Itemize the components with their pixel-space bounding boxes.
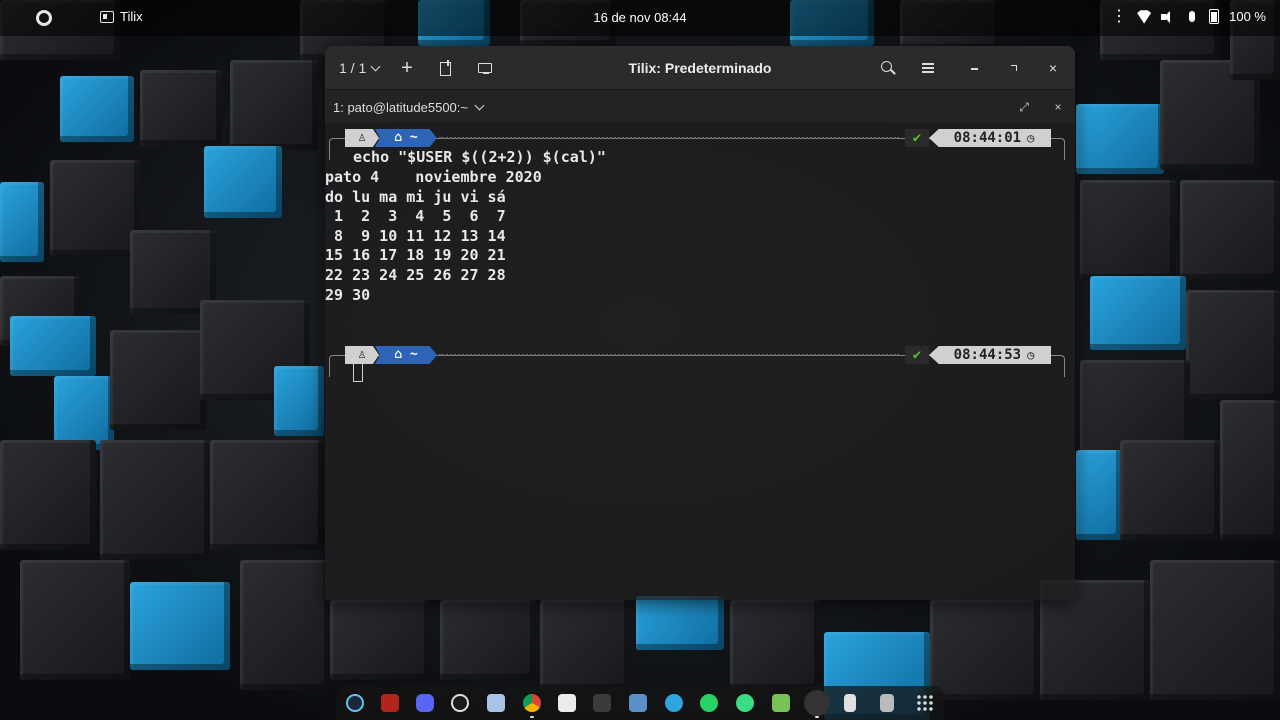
check-icon: ✔ [905,346,929,364]
output-line: 29 30 [325,285,371,304]
dota-icon[interactable] [381,694,399,712]
close-terminal-button[interactable]: × [1049,98,1067,116]
prompt-filler [439,137,899,141]
system-tray[interactable]: ⋮ 100 % [1111,8,1266,24]
files-icon[interactable] [487,694,505,712]
screenshot-icon[interactable] [629,694,647,712]
window-title: Tilix: Predeterminado [628,60,772,76]
microphone-icon [1189,11,1196,22]
battery-percent: 100 % [1229,9,1266,24]
terminal-area[interactable]: ♙ ⌂ ~ ✔ 08:44:01 ◷ echo "$USER $((2+2)) $… [325,126,1075,600]
running-indicator [815,716,819,718]
close-window-button[interactable]: × [1043,58,1063,78]
clock-icon: ◷ [1027,131,1035,145]
minimize-button[interactable] [965,58,985,78]
clock-label: 16 de nov 08:44 [593,10,687,25]
github-icon[interactable] [451,694,469,712]
menu-button[interactable] [918,58,938,78]
tilix-window: 1 / 1 Tilix: Predeterminado × 1: pato@la… [325,46,1075,600]
time-segment: 08:44:53 ◷ [929,346,1051,364]
terminal-title: 1: pato@latitude5500:~ [333,100,468,115]
steam-icon[interactable] [346,694,364,712]
output-line: do lu ma mi ju vi sá [325,187,506,206]
android-icon[interactable] [772,694,790,712]
linux-icon: ♙ [345,129,379,147]
wifi-icon [1137,10,1152,24]
chrome-icon[interactable] [523,694,541,712]
whatsapp-icon[interactable] [700,694,718,712]
terminal-title-menu[interactable]: 1: pato@latitude5500:~ [333,100,485,115]
running-indicator [530,716,534,718]
terminal-title-bar: 1: pato@latitude5500:~ ⤢ × [325,90,1075,124]
prompt-line: ♙ ⌂ ~ ✔ 08:44:01 ◷ [329,128,1065,160]
documents-icon[interactable] [558,694,576,712]
dock [336,686,944,720]
output-line: 8 9 10 11 12 13 14 [325,226,506,245]
device-icon[interactable] [844,694,856,712]
output-line: pato 4 noviembre 2020 [325,168,542,186]
home-dir-segment: ⌂ ~ [375,346,437,364]
search-button[interactable] [878,58,898,78]
maximize-button[interactable] [1004,58,1024,78]
prompt-line: ♙ ⌂ ~ ✔ 08:44:53 ◷ [329,345,1065,377]
output-line: 15 16 17 18 19 20 21 [325,246,506,265]
battery-icon [1209,9,1220,24]
maximize-terminal-button[interactable]: ⤢ [1015,98,1033,116]
volume-icon [1161,10,1175,23]
text-cursor [353,362,363,382]
trash-icon[interactable] [880,694,894,712]
output-line: 22 23 24 25 26 27 28 [325,266,506,284]
terminal-icon[interactable] [804,690,830,716]
date-time[interactable]: 16 de nov 08:44 [0,10,1280,25]
check-icon: ✔ [905,129,929,147]
chevron-down-icon [474,100,485,111]
more-icon[interactable]: ⋮ [1111,8,1127,24]
time-segment: 08:44:01 ◷ [929,129,1051,147]
home-dir-segment: ⌂ ~ [375,129,437,147]
prompt-filler [439,354,899,358]
video-icon[interactable] [593,694,611,712]
prompt-time: 08:44:01 [953,130,1022,146]
top-bar: Tilix 16 de nov 08:44 ⋮ 100 % [0,0,1280,36]
discord-icon[interactable] [416,694,434,712]
output-line: 1 2 3 4 5 6 7 [325,207,506,226]
android-studio-icon[interactable] [736,694,754,712]
command-text: echo "$USER $((2+2)) $(cal)" [353,148,606,166]
header-bar: 1 / 1 Tilix: Predeterminado × [325,46,1075,90]
prompt-time: 08:44:53 [953,347,1022,363]
clock-icon: ◷ [1027,348,1035,362]
app-grid-icon[interactable] [916,694,934,712]
telegram-icon[interactable] [665,694,683,712]
